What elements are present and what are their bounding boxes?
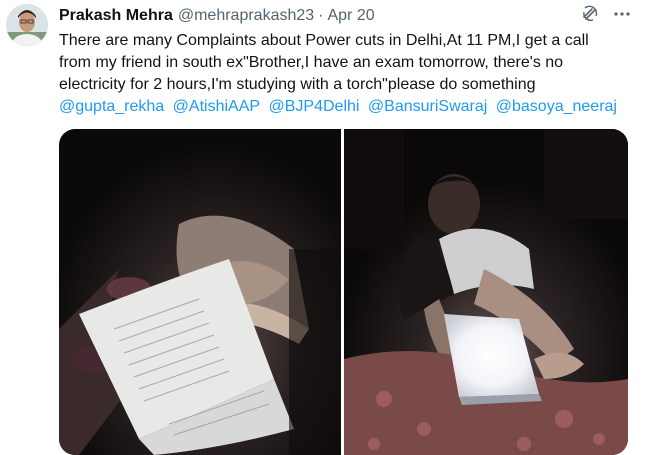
grok-icon[interactable] [580, 4, 600, 29]
tweet-date[interactable]: Apr 20 [327, 7, 374, 25]
mention-link[interactable]: @gupta_rekha [59, 98, 164, 115]
tweet-text-line: from my friend in south ex"Brother,I hav… [59, 54, 564, 71]
photo-studying-torch[interactable] [344, 129, 628, 455]
mention-link[interactable]: @AtishiAAP [173, 98, 260, 115]
tweet[interactable]: Prakash Mehra @mehraprakash23 · Apr 20 T… [0, 0, 646, 455]
separator-dot: · [318, 7, 324, 24]
photo-studying-book[interactable] [59, 129, 341, 455]
avatar[interactable] [6, 4, 48, 46]
mention-link[interactable]: @BJP4Delhi [269, 98, 360, 115]
mention-link[interactable]: @BansuriSwaraj [368, 98, 487, 115]
more-options-icon[interactable] [612, 4, 632, 29]
tweet-text: There are many Complaints about Power cu… [59, 30, 639, 118]
mention-link[interactable]: @basoya_neeraj [496, 98, 617, 115]
author-name[interactable]: Prakash Mehra [59, 7, 173, 25]
avatar-image [6, 4, 48, 46]
author-handle[interactable]: @mehraprakash23 [178, 7, 314, 25]
mentions-line: @gupta_rekha @AtishiAAP @BJP4Delhi @Bans… [59, 96, 639, 118]
tweet-header: Prakash Mehra @mehraprakash23 · Apr 20 [59, 5, 632, 27]
tweet-text-line: There are many Complaints about Power cu… [59, 32, 589, 49]
media-grid [59, 129, 628, 455]
tweet-text-line: electricity for 2 hours,I'm studying wit… [59, 76, 536, 93]
